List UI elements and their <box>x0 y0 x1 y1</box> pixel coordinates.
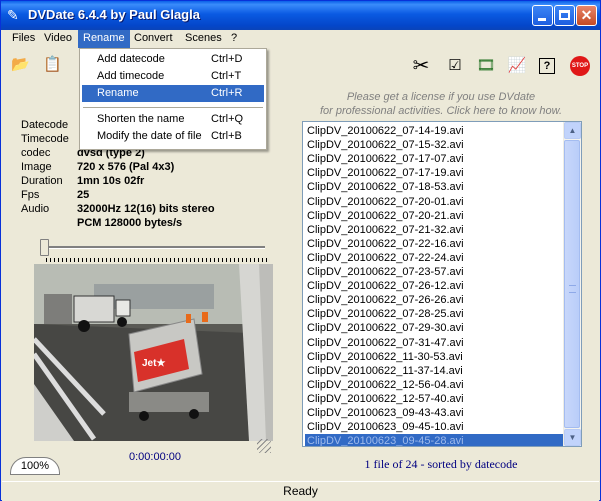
position-slider-thumb[interactable] <box>40 239 49 256</box>
file-list-item[interactable]: ClipDV_20100622_07-17-19.avi <box>305 166 567 180</box>
video-preview[interactable]: Jet★ <box>34 264 273 441</box>
zoom-level-tab[interactable]: 100% <box>10 457 60 475</box>
file-list-item[interactable]: ClipDV_20100622_07-28-25.avi <box>305 307 567 321</box>
checkmark-icon[interactable]: ☑ <box>444 56 466 76</box>
menu-help[interactable]: ? <box>226 30 242 48</box>
value-duration: 1mn 10s 02fr <box>77 175 145 187</box>
file-list-item[interactable]: ClipDV_20100622_07-20-21.avi <box>305 209 567 223</box>
menu-video[interactable]: Video <box>39 30 77 48</box>
label-fps: Fps <box>21 189 40 201</box>
file-list-item[interactable]: ClipDV_20100622_07-22-16.avi <box>305 237 567 251</box>
title-bar[interactable]: ✎ DVDate 6.4.4 by Paul Glagla ✕ <box>1 1 600 30</box>
license-notice-line1[interactable]: Please get a license if you use DVdate <box>301 90 581 104</box>
menu-scenes[interactable]: Scenes <box>180 30 227 48</box>
slider-ticks <box>46 258 267 262</box>
menu-rename[interactable]: Rename <box>78 30 130 48</box>
label-audio: Audio <box>21 203 50 215</box>
cut-icon[interactable]: ✂ <box>410 56 432 76</box>
file-list-item[interactable]: ClipDV_20100623_09-43-43.avi <box>305 406 567 420</box>
app-window: ✎ DVDate 6.4.4 by Paul Glagla ✕ Files Vi… <box>0 0 601 501</box>
file-list-item[interactable]: ClipDV_20100623_09-45-10.avi <box>305 420 567 434</box>
menu-item-rename[interactable]: Rename Ctrl+R <box>82 85 264 102</box>
label-codec: codec <box>21 147 51 159</box>
menu-item-modify-date[interactable]: Modify the date of file Ctrl+B <box>82 128 264 145</box>
menu-files[interactable]: Files <box>7 30 40 48</box>
film-icon[interactable]: 🎞 <box>475 56 497 76</box>
app-icon: ✎ <box>7 7 19 23</box>
close-button[interactable]: ✕ <box>576 5 597 26</box>
file-list-item[interactable]: ClipDV_20100622_07-26-26.avi <box>305 293 567 307</box>
value-fps: 25 <box>77 189 90 201</box>
scroll-thumb[interactable] <box>564 140 580 428</box>
value-audio-bitrate: PCM 128000 bytes/s <box>77 217 183 229</box>
menu-item-add-timecode[interactable]: Add timecode Ctrl+T <box>82 68 264 85</box>
minimize-icon <box>538 18 546 21</box>
menu-convert[interactable]: Convert <box>129 30 178 48</box>
label-image: Image <box>21 161 52 173</box>
label-datecode: Datecode <box>21 119 69 131</box>
file-list-item[interactable]: ClipDV_20100622_07-26-12.avi <box>305 279 567 293</box>
rename-menu-dropdown: Add datecode Ctrl+D Add timecode Ctrl+T … <box>79 48 267 150</box>
file-list-scrollbar[interactable]: ▲ ▼ <box>563 122 581 446</box>
maximize-icon <box>559 10 570 20</box>
value-image: 720 x 576 (Pal 4x3) <box>77 161 175 173</box>
file-list[interactable]: ClipDV_20100622_07-14-19.avi ClipDV_20100… <box>302 121 582 447</box>
file-list-item[interactable]: ClipDV_20100622_11-30-53.avi <box>305 350 567 364</box>
file-list-item[interactable]: ClipDV_20100622_07-29-30.avi <box>305 321 567 335</box>
maximize-button[interactable] <box>554 5 575 26</box>
file-list-item[interactable]: ClipDV_20100622_12-57-40.avi <box>305 392 567 406</box>
file-list-item[interactable]: ClipDV_20100622_07-31-47.avi <box>305 336 567 350</box>
file-list-item[interactable]: ClipDV_20100622_07-14-19.avi <box>305 124 567 138</box>
menu-item-add-datecode[interactable]: Add datecode Ctrl+D <box>82 51 264 68</box>
paste-icon[interactable]: 📋 <box>43 56 62 74</box>
position-slider-track[interactable] <box>46 246 265 249</box>
file-count-status: 1 file of 24 - sorted by datecode <box>364 457 518 471</box>
minimize-button[interactable] <box>532 5 553 26</box>
chart-icon[interactable]: 📈 <box>506 56 528 76</box>
value-audio-format: 32000Hz 12(16) bits stereo <box>77 203 215 215</box>
scroll-grip-icon <box>569 285 576 293</box>
license-notice-line2[interactable]: for professional activities. Click here … <box>301 104 581 118</box>
open-folder-icon[interactable]: 📂 <box>11 56 30 74</box>
file-list-item[interactable]: ClipDV_20100622_07-21-32.avi <box>305 223 567 237</box>
label-timecode: Timecode <box>21 133 69 145</box>
file-list-item[interactable]: ClipDV_20100622_07-17-07.avi <box>305 152 567 166</box>
file-list-item[interactable]: ClipDV_20100623_09-45-28.avi <box>305 434 567 446</box>
scroll-down-button[interactable]: ▼ <box>564 429 581 446</box>
file-list-item[interactable]: ClipDV_20100622_07-23-57.avi <box>305 265 567 279</box>
stop-icon[interactable]: STOP <box>570 56 590 76</box>
file-list-item[interactable]: ClipDV_20100622_07-22-24.avi <box>305 251 567 265</box>
resize-grip-icon[interactable] <box>257 439 271 453</box>
menu-bar: Files Video Rename Convert Scenes ? <box>2 30 599 48</box>
label-duration: Duration <box>21 175 63 187</box>
file-list-item[interactable]: ClipDV_20100622_07-15-32.avi <box>305 138 567 152</box>
video-frame-image: Jet★ <box>34 264 273 441</box>
help-icon[interactable]: ? <box>539 58 555 74</box>
menu-item-shorten-name[interactable]: Shorten the name Ctrl+Q <box>82 111 264 128</box>
file-list-item[interactable]: ClipDV_20100622_07-18-53.avi <box>305 180 567 194</box>
file-list-item[interactable]: ClipDV_20100622_12-56-04.avi <box>305 378 567 392</box>
menu-separator <box>83 107 263 108</box>
file-list-item[interactable]: ClipDV_20100622_07-20-01.avi <box>305 195 567 209</box>
file-list-item[interactable]: ClipDV_20100622_11-37-14.avi <box>305 364 567 378</box>
scroll-up-button[interactable]: ▲ <box>564 122 581 139</box>
status-bar: Ready <box>2 481 599 501</box>
window-title: DVDate 6.4.4 by Paul Glagla <box>28 7 200 22</box>
jetstar-logo: Jet★ <box>142 358 165 369</box>
close-icon: ✕ <box>580 7 593 23</box>
current-timecode: 0:00:00:00 <box>129 451 181 463</box>
